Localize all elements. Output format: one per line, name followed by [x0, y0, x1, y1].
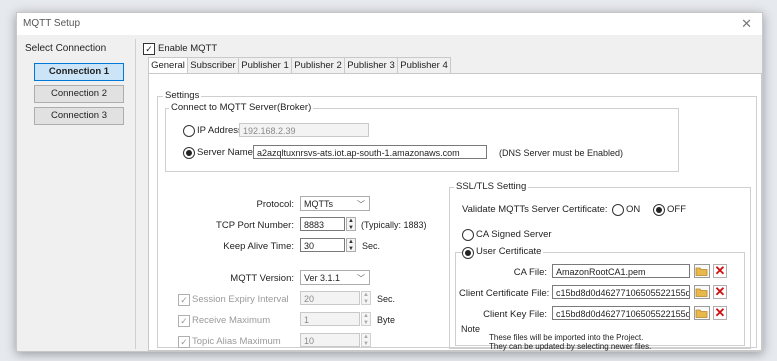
- client-cert-label: Client Certificate File:: [459, 288, 550, 299]
- user-certificate-radio[interactable]: [462, 247, 474, 259]
- title-bar: MQTT Setup ✕: [17, 13, 762, 35]
- enable-mqtt-label: Enable MQTT: [158, 43, 218, 54]
- validate-off-radio[interactable]: [653, 204, 665, 216]
- client-cert-field[interactable]: c15bd8d0d46277106505522155db0: [552, 285, 690, 299]
- select-connection-label: Select Connection: [25, 43, 107, 54]
- tab-publisher-2[interactable]: Publisher 2: [291, 57, 345, 74]
- ca-file-field[interactable]: AmazonRootCA1.pem: [552, 264, 690, 278]
- keep-alive-field[interactable]: 30: [300, 238, 345, 252]
- session-expiry-label: Session Expiry Interval: [192, 294, 289, 305]
- topic-alias-label: Topic Alias Maximum: [192, 336, 281, 347]
- tab-publisher-1[interactable]: Publisher 1: [238, 57, 292, 74]
- client-key-field[interactable]: c15bd8d0d46277106505522155db0: [552, 306, 690, 320]
- note-line-2: They can be updated by selecting newer f…: [489, 342, 652, 351]
- server-group-title: Connect to MQTT Server(Broker): [169, 102, 314, 113]
- ca-file-browse-button[interactable]: [694, 264, 710, 278]
- ssl-tls-group-title: SSL/TLS Setting: [454, 181, 529, 192]
- keep-alive-stepper[interactable]: ▲ ▼: [346, 238, 356, 252]
- tab-publisher-3[interactable]: Publisher 3: [344, 57, 398, 74]
- ca-file-label: CA File:: [513, 267, 547, 278]
- window-title: MQTT Setup: [23, 18, 81, 29]
- enable-mqtt-checkbox[interactable]: ✓: [143, 43, 155, 55]
- protocol-select[interactable]: MQTTs ﹀: [300, 196, 370, 211]
- ip-address-field[interactable]: 192.168.2.39: [239, 123, 369, 137]
- client-cert-browse-button[interactable]: [694, 285, 710, 299]
- receive-max-field[interactable]: 1: [300, 312, 360, 326]
- mqtt-version-select[interactable]: Ver 3.1.1 ﹀: [300, 270, 370, 285]
- receive-max-checkbox[interactable]: ✓: [178, 315, 190, 327]
- topic-alias-checkbox[interactable]: ✓: [178, 336, 190, 348]
- server-name-field[interactable]: a2azqltuxnrsvs-ats.iot.ap-south-1.amazon…: [253, 145, 487, 159]
- receive-max-unit: Byte: [377, 315, 396, 325]
- session-expiry-checkbox[interactable]: ✓: [178, 294, 190, 306]
- session-expiry-field[interactable]: 20: [300, 291, 360, 305]
- topic-alias-field[interactable]: 10: [300, 333, 360, 347]
- receive-max-stepper[interactable]: ▲ ▼: [361, 312, 371, 326]
- connection-2-button[interactable]: Connection 2: [34, 85, 124, 103]
- protocol-value: MQTTs: [304, 199, 333, 209]
- ip-address-radio[interactable]: [183, 125, 195, 137]
- divider: [135, 39, 136, 349]
- dns-note: (DNS Server must be Enabled): [499, 148, 624, 158]
- session-expiry-stepper[interactable]: ▲ ▼: [361, 291, 371, 305]
- validate-cert-label: Validate MQTTs Server Certificate:: [462, 204, 608, 215]
- client-cert-delete-button[interactable]: ✕: [713, 285, 727, 299]
- server-group: [165, 108, 679, 172]
- protocol-label: Protocol:: [256, 199, 295, 210]
- client-key-delete-button[interactable]: ✕: [713, 306, 727, 320]
- server-name-radio[interactable]: [183, 147, 195, 159]
- folder-icon: [695, 288, 708, 297]
- mqtt-setup-window: MQTT Setup ✕ Select Connection Connectio…: [16, 12, 763, 352]
- validate-on-radio[interactable]: [612, 204, 624, 216]
- tcp-port-stepper[interactable]: ▲ ▼: [346, 217, 356, 231]
- close-icon[interactable]: ✕: [741, 16, 752, 32]
- connection-1-button[interactable]: Connection 1: [34, 63, 124, 81]
- validate-on-label: ON: [626, 204, 641, 215]
- mqtt-version-value: Ver 3.1.1: [304, 273, 341, 283]
- server-name-label: Server Name: [197, 147, 253, 158]
- ca-file-delete-button[interactable]: ✕: [713, 264, 727, 278]
- receive-max-label: Receive Maximum: [192, 315, 271, 326]
- connection-3-button[interactable]: Connection 3: [34, 107, 124, 125]
- chevron-down-icon: ﹀: [357, 274, 365, 283]
- tab-subscriber[interactable]: Subscriber: [187, 57, 239, 74]
- client-key-label: Client Key File:: [483, 309, 547, 320]
- keep-alive-label: Keep Alive Time:: [223, 241, 294, 252]
- note-line-1: These files will be imported into the Pr…: [489, 333, 644, 342]
- settings-group-title: Settings: [163, 90, 202, 101]
- topic-alias-stepper[interactable]: ▲ ▼: [361, 333, 371, 347]
- note-title: Note: [461, 324, 481, 334]
- keep-alive-unit: Sec.: [362, 241, 381, 251]
- session-expiry-unit: Sec.: [377, 294, 396, 304]
- tab-publisher-4[interactable]: Publisher 4: [397, 57, 451, 74]
- chevron-down-icon: ﹀: [357, 200, 365, 209]
- general-tab-panel: Settings Connect to MQTT Server(Broker) …: [148, 73, 762, 351]
- ip-address-label: IP Address: [197, 125, 243, 136]
- ca-signed-label: CA Signed Server: [476, 229, 552, 240]
- validate-off-label: OFF: [667, 204, 686, 215]
- tcp-port-field[interactable]: 8883: [300, 217, 345, 231]
- ca-signed-radio[interactable]: [462, 229, 474, 241]
- folder-icon: [695, 309, 708, 318]
- folder-icon: [695, 267, 708, 276]
- tcp-port-hint: (Typically: 1883): [361, 220, 427, 230]
- tcp-port-label: TCP Port Number:: [216, 220, 294, 231]
- client-key-browse-button[interactable]: [694, 306, 710, 320]
- mqtt-version-label: MQTT Version:: [230, 273, 294, 284]
- user-certificate-label: User Certificate: [474, 246, 544, 257]
